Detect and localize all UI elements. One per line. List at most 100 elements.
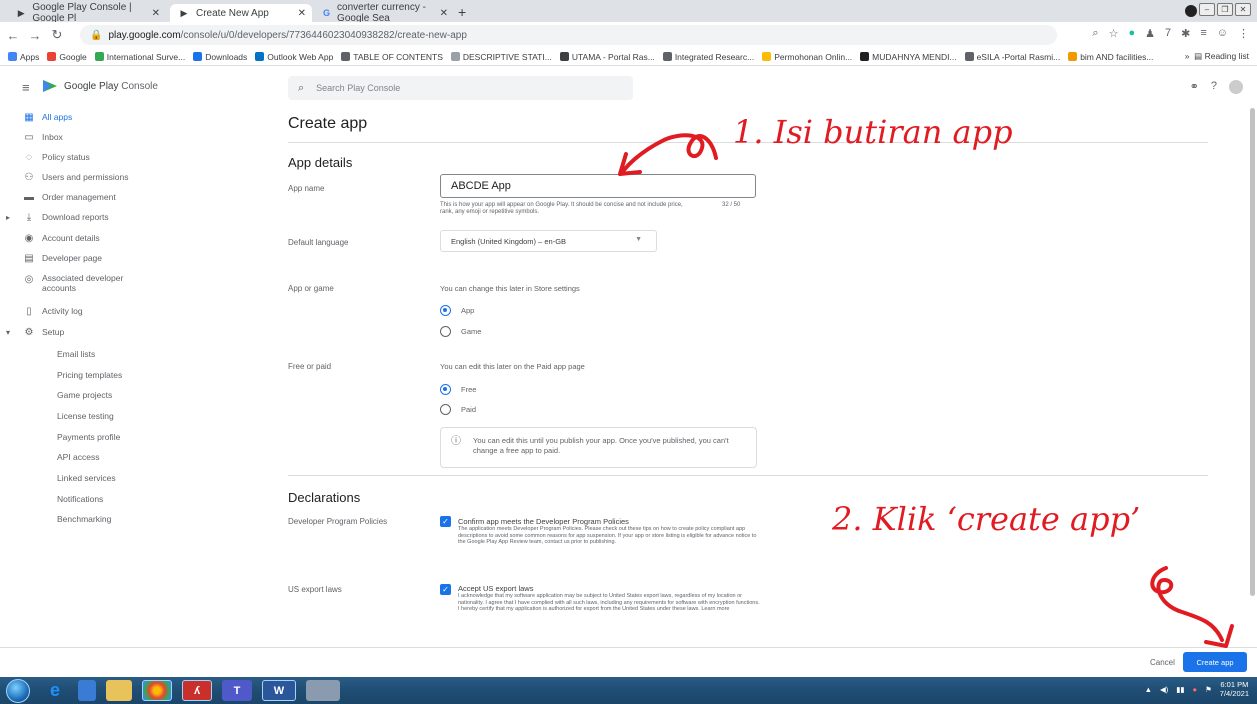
sidebar: ▦ All apps ▭ Inbox ◌ Policy status ⚇ Users a… [0,107,170,647]
sidebar-item-developer-page[interactable]: ▤ Developer page [0,248,170,268]
restore-icon[interactable]: ❐ [1217,3,1233,16]
sidebar-subitem-pricing-templates[interactable]: Pricing templates [57,370,122,380]
help-icon[interactable]: ? [1211,80,1217,94]
tab-title: converter currency - Google Sea [337,2,426,24]
avatar-icon[interactable]: ☺ [1217,27,1228,40]
outlook-icon[interactable] [78,680,96,701]
sidebar-item-all-apps[interactable]: ▦ All apps [0,107,170,127]
sidebar-item-activity-log[interactable]: ▯ Activity log [0,301,170,321]
clock[interactable]: 6:01 PM 7/4/2021 [1220,680,1249,698]
radio-paid[interactable]: Paid [440,404,476,415]
lock-icon: 🔒 [90,29,103,41]
back-icon[interactable]: ← [4,28,22,43]
close-window-icon[interactable]: ✕ [1235,3,1251,16]
puzzle-icon[interactable]: ✱ [1181,27,1190,40]
developer-policies-checkbox[interactable]: ✓ [440,516,451,527]
file-explorer-icon[interactable] [106,680,132,701]
bookmark[interactable]: Apps [8,52,39,62]
us-export-checkbox[interactable]: ✓ [440,584,451,595]
word-icon[interactable]: W [262,680,296,701]
cancel-button[interactable]: Cancel [1150,658,1175,667]
bookmark[interactable]: Integrated Researc... [662,52,754,62]
system-tray: ▲ ◀) ▮▮ ● ⚑ 6:01 PM 7/4/2021 [1145,680,1249,698]
divider [288,475,1208,476]
bookmark[interactable]: eSILA -Portal Rasmi... [964,52,1060,62]
sidebar-subitem-email-lists[interactable]: Email lists [57,349,95,359]
sidebar-subitem-notifications[interactable]: Notifications [57,494,103,504]
bookmark[interactable]: Google [47,52,87,62]
media-icon[interactable]: ≡ [1200,27,1206,40]
bookmark[interactable]: DESCRIPTIVE STATI... [450,52,552,62]
sidebar-item-policy-status[interactable]: ◌ Policy status [0,147,170,167]
sidebar-item-users[interactable]: ⚇ Users and permissions [0,167,170,187]
minimize-icon[interactable]: – [1199,3,1215,16]
browser-tab[interactable]: G converter currency - Google Sea ✕ [314,2,454,24]
paint-icon[interactable] [306,680,340,701]
star-icon[interactable]: ☆ [1109,27,1119,40]
sidebar-subitem-benchmarking[interactable]: Benchmarking [57,514,111,524]
reload-icon[interactable]: ↻ [48,27,66,43]
sidebar-subitem-api-access[interactable]: API access [57,452,100,462]
menu-icon[interactable]: ⋮ [1238,27,1249,40]
network-icon[interactable]: ▮▮ [1176,685,1184,694]
reading-list[interactable]: » ▤ Reading list [1185,51,1249,62]
bookmark[interactable]: International Surve... [94,52,185,62]
browser-tab[interactable]: ▶ Google Play Console | Google Pl ✕ [8,2,166,24]
grammarly-icon[interactable]: ● [1128,27,1135,40]
address-bar[interactable]: 🔒 play.google.com /console/u/0/developer… [80,25,1057,45]
flag-icon[interactable]: ⚑ [1205,685,1212,694]
sidebar-subitem-game-projects[interactable]: Game projects [57,390,112,400]
google-icon: G [323,8,331,18]
download-icon: ⤓ [26,211,32,223]
link-accounts-icon: ◎ [24,273,34,285]
profile-icon[interactable] [1185,5,1197,17]
sidebar-item-order-management[interactable]: ▬ Order management [0,187,170,207]
radio-free[interactable]: Free [440,384,476,395]
bookmark[interactable]: TABLE OF CONTENTS [341,52,443,62]
close-icon[interactable]: ✕ [152,8,160,19]
internet-explorer-icon[interactable]: e [42,680,68,701]
section-title-declarations: Declarations [288,490,361,505]
chrome-icon[interactable] [142,680,172,701]
zoom-icon[interactable]: ⌕ [1092,27,1098,40]
bookmark[interactable]: MUDAHNYA MENDI... [860,52,957,62]
radio-app[interactable]: App [440,305,474,316]
bookmark[interactable]: Outlook Web App [255,52,333,62]
extension-icon[interactable]: 7 [1165,27,1171,40]
sidebar-item-setup[interactable]: ▾ ⚙ Setup [0,322,170,342]
create-app-button[interactable]: Create app [1183,652,1247,672]
avatar[interactable] [1229,80,1243,94]
extension-icon[interactable]: ♟ [1145,27,1155,40]
acrobat-icon[interactable]: ʎ [182,680,212,701]
link-icon[interactable]: ⚭ [1190,80,1199,94]
close-icon[interactable]: ✕ [440,8,448,19]
bookmark[interactable]: Downloads [193,52,247,62]
bookmark[interactable]: UTAMA - Portal Ras... [559,52,655,62]
grid-icon: ▦ [24,111,34,123]
start-button[interactable] [6,679,30,703]
radio-game[interactable]: Game [440,326,481,337]
default-language-select[interactable]: English (United Kingdom) – en-GB ▼ [440,230,657,252]
close-icon[interactable]: ✕ [298,8,306,19]
show-hidden-icon[interactable]: ▲ [1145,685,1152,694]
sidebar-subitem-payments-profile[interactable]: Payments profile [57,432,120,442]
bookmark[interactable]: Permohonan Onlin... [762,52,852,62]
sidebar-subitem-license-testing[interactable]: License testing [57,411,114,421]
sidebar-item-account-details[interactable]: ◉ Account details [0,228,170,248]
teams-icon[interactable]: T [222,680,252,701]
play-console-logo[interactable]: Google Play Console [42,79,158,93]
scrollbar[interactable] [1250,108,1255,596]
sidebar-item-download-reports[interactable]: ▸ ⤓ Download reports [0,207,170,227]
bookmark[interactable]: bim AND facilities... [1068,52,1153,62]
sidebar-item-associated-accounts[interactable]: ◎ Associated developer accounts [0,270,170,296]
search-input[interactable]: ⌕ Search Play Console [288,76,633,100]
users-icon: ⚇ [24,171,34,183]
alert-icon[interactable]: ● [1193,685,1198,694]
new-tab-button[interactable]: + [458,4,466,20]
menu-icon[interactable]: ≡ [22,80,30,95]
forward-icon[interactable]: → [26,28,44,43]
sidebar-item-inbox[interactable]: ▭ Inbox [0,127,170,147]
volume-icon[interactable]: ◀) [1160,685,1168,694]
sidebar-subitem-linked-services[interactable]: Linked services [57,473,116,483]
browser-tab-active[interactable]: ▶ Create New App ✕ [170,4,312,22]
